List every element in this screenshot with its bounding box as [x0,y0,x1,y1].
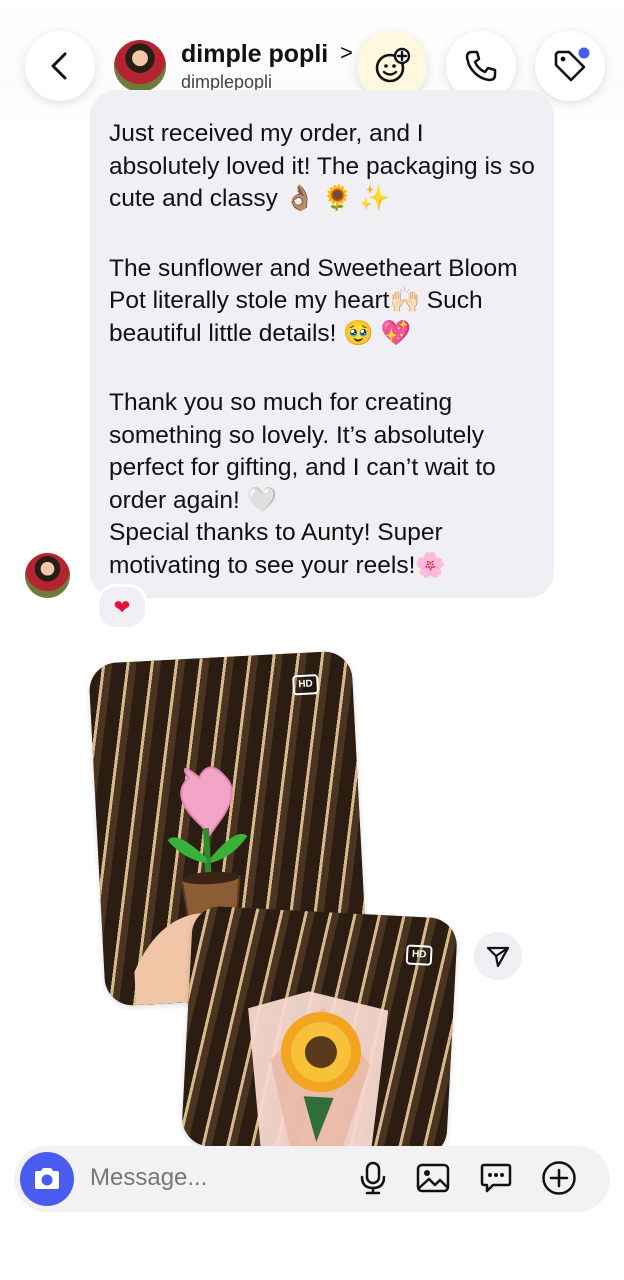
gallery-icon [416,1163,450,1193]
add-button[interactable] [541,1160,577,1196]
share-button[interactable] [474,932,522,980]
contact-name[interactable]: dimple popli [181,40,328,69]
gallery-button[interactable] [415,1160,451,1196]
microphone-icon [360,1161,386,1195]
message-paragraph: Thank you so much for creating something… [109,389,496,514]
sender-avatar[interactable] [25,553,70,598]
heart-reaction[interactable]: ❤ [96,584,148,630]
message-paragraph: The sunflower and Sweetheart Bloom Pot l… [109,254,518,347]
avatar[interactable] [114,40,166,92]
plus-icon [542,1161,576,1195]
message-input[interactable]: Message... [90,1164,207,1192]
tag-icon [554,47,590,82]
phone-icon [465,50,497,82]
message-paragraph: Just received my order, and I absolutely… [109,120,535,212]
chat-options-button[interactable] [478,1160,514,1196]
send-icon [486,946,510,968]
camera-button[interactable] [20,1152,74,1206]
back-button[interactable] [25,31,95,101]
tag-button[interactable] [535,31,605,101]
sticker-add-icon [375,47,411,83]
sunflower-bouquet-illustration [248,991,389,1155]
back-arrow-icon [51,52,67,80]
message-paragraph: Special thanks to Aunty! Super motivatin… [109,519,446,579]
chat-bubble-icon [480,1163,512,1193]
chevron-right-icon[interactable]: > [340,40,353,66]
voice-button[interactable] [355,1160,391,1196]
photo-sunflower-bouquet[interactable]: HD [180,905,459,1159]
camera-icon [35,1168,59,1189]
message-bubble[interactable]: Just received my order, and I absolutely… [90,90,554,598]
